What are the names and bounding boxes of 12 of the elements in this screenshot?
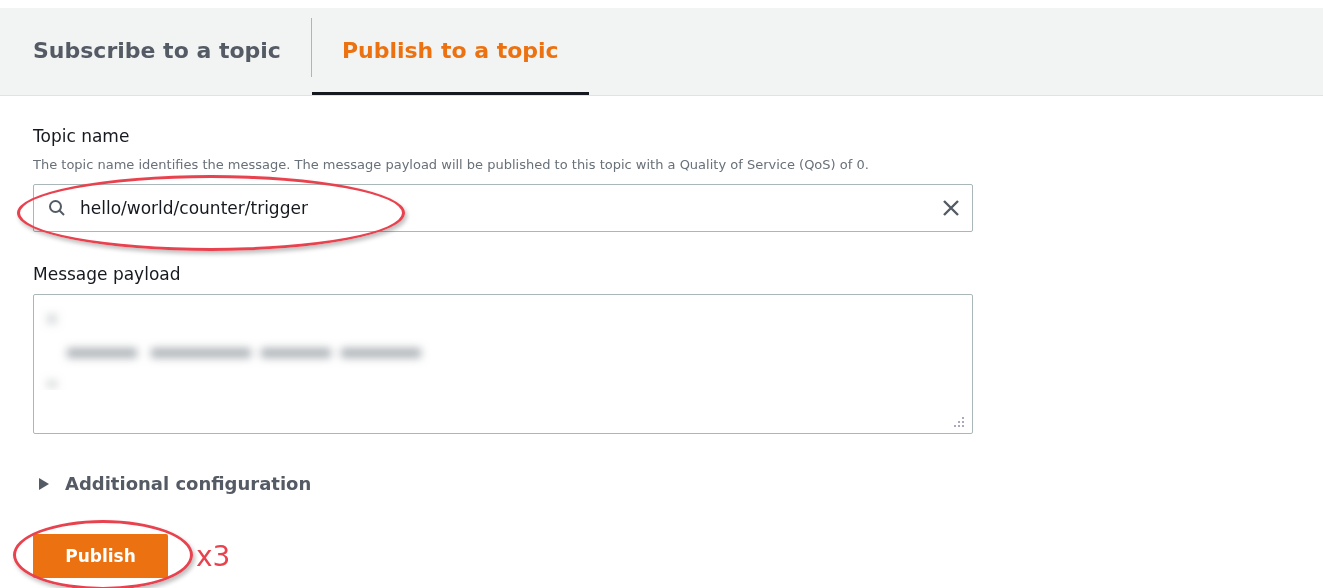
search-icon — [48, 199, 66, 217]
field-label: Topic name — [33, 126, 131, 146]
search-field[interactable]: hello/world/counter/trigger — [33, 184, 973, 232]
caret-icon — [39, 477, 49, 490]
tab[interactable]: Subscribe to a topic — [20, 8, 295, 95]
field-label: Message payload — [33, 264, 182, 284]
clear-icon[interactable] — [941, 198, 961, 218]
expander-toggle[interactable]: Additional configuration — [33, 473, 312, 494]
field-description: The topic name identifies the message. The message payload will be published to this topic with a Quality of Service (QoS) of 0. — [33, 157, 870, 172]
resize-grip-icon[interactable] — [954, 417, 964, 427]
annotation-text: x3 — [196, 539, 231, 573]
payload-textarea[interactable] — [33, 294, 973, 434]
